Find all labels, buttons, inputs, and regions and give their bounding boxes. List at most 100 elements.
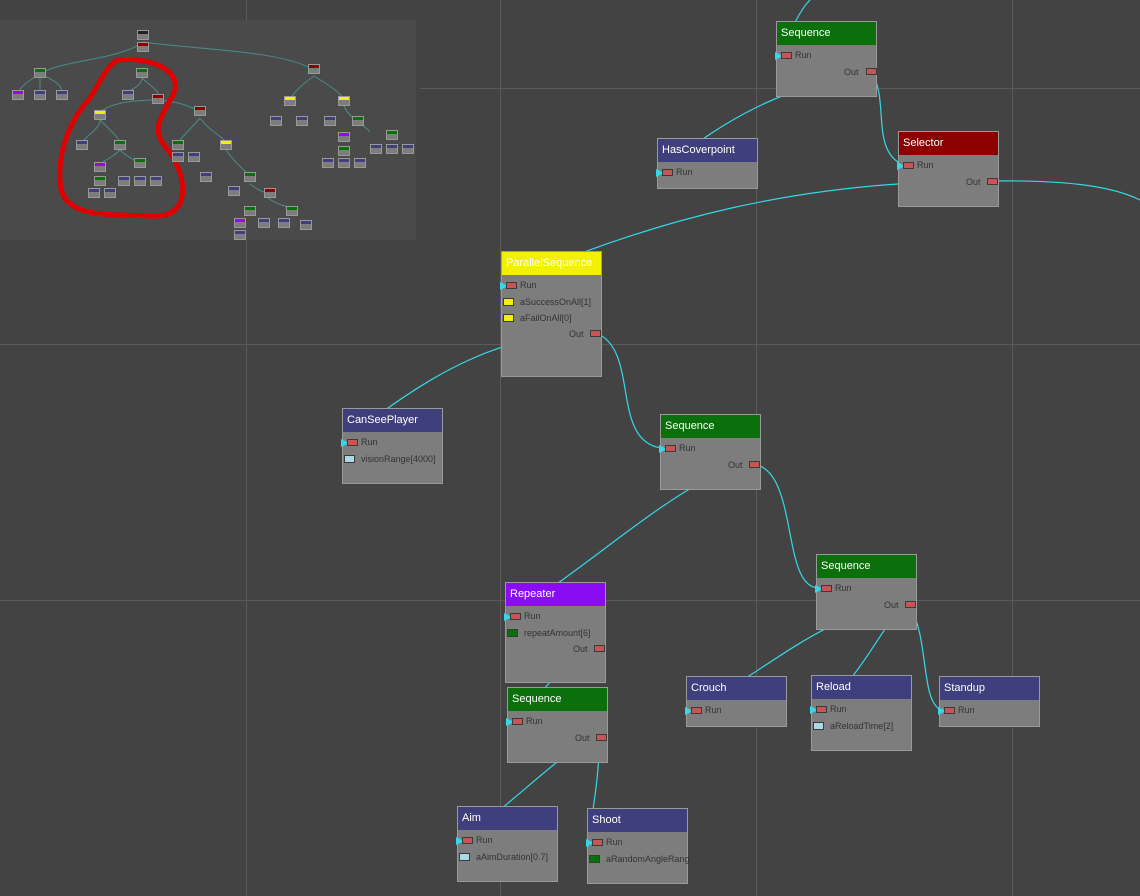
run-label: Run	[679, 443, 696, 453]
param-swatch[interactable]	[589, 855, 600, 863]
run-pin[interactable]	[781, 52, 792, 59]
minimap-node	[402, 144, 414, 154]
minimap-node	[284, 96, 296, 106]
minimap-node	[308, 64, 320, 74]
run-label: Run	[795, 50, 812, 60]
node-title: Shoot	[588, 809, 687, 832]
run-label: Run	[526, 716, 543, 726]
node-title: Sequence	[777, 22, 876, 45]
run-label: Run	[676, 167, 693, 177]
run-pin[interactable]	[506, 282, 517, 289]
run-pin[interactable]	[662, 169, 673, 176]
out-label: Out	[573, 644, 588, 654]
minimap-node	[234, 230, 246, 240]
node-sequence[interactable]: Sequence Run Out	[506, 687, 608, 763]
minimap-node	[354, 158, 366, 168]
minimap-node	[12, 90, 24, 100]
minimap-node	[386, 144, 398, 154]
node-sequence[interactable]: Sequence Run Out	[659, 414, 761, 490]
run-pin[interactable]	[347, 439, 358, 446]
minimap-node	[270, 116, 282, 126]
minimap-node	[172, 140, 184, 150]
node-sequence[interactable]: Sequence Run Out	[775, 21, 877, 97]
param-swatch[interactable]	[813, 722, 824, 730]
param-label: repeatAmount[6]	[524, 628, 591, 638]
out-pin[interactable]	[596, 734, 607, 741]
out-label: Out	[966, 177, 981, 187]
out-pin[interactable]	[590, 330, 601, 337]
out-pin[interactable]	[866, 68, 877, 75]
node-sequence[interactable]: Sequence Run Out	[815, 554, 917, 630]
run-pin[interactable]	[944, 707, 955, 714]
node-title: Aim	[458, 807, 557, 830]
node-title: Repeater	[506, 583, 605, 606]
minimap[interactable]	[0, 20, 416, 240]
out-pin[interactable]	[749, 461, 760, 468]
out-label: Out	[844, 67, 859, 77]
minimap-node	[286, 206, 298, 216]
minimap-node	[104, 188, 116, 198]
grid-line	[1012, 0, 1013, 896]
minimap-node	[94, 110, 106, 120]
minimap-links	[17, 41, 371, 219]
minimap-node	[188, 152, 200, 162]
param-swatch[interactable]	[507, 629, 518, 637]
minimap-node	[137, 30, 149, 40]
run-label: Run	[524, 611, 541, 621]
minimap-node	[76, 140, 88, 150]
node-standup[interactable]: Standup Run	[938, 676, 1040, 727]
node-reload[interactable]: Reload Run aReloadTime[2]	[810, 675, 912, 751]
out-pin[interactable]	[594, 645, 605, 652]
highlight-circle	[57, 56, 186, 219]
param-swatch[interactable]	[503, 314, 514, 322]
run-label: Run	[361, 437, 378, 447]
minimap-node	[152, 94, 164, 104]
node-selector[interactable]: Selector Run Out	[897, 131, 999, 207]
param-swatch[interactable]	[344, 455, 355, 463]
node-parallel-sequence[interactable]: ParallelSequence Run aSuccessOnAll[1] aF…	[500, 251, 602, 377]
minimap-node	[220, 140, 232, 150]
run-pin[interactable]	[691, 707, 702, 714]
graph-canvas[interactable]: Sequence Run Out HasCoverpoint Run Selec…	[0, 0, 1140, 896]
run-label: Run	[917, 160, 934, 170]
out-pin[interactable]	[905, 601, 916, 608]
node-title: Selector	[899, 132, 998, 155]
run-label: Run	[958, 705, 975, 715]
node-title: Reload	[812, 676, 911, 699]
run-label: Run	[606, 837, 623, 847]
run-pin[interactable]	[821, 585, 832, 592]
minimap-node	[338, 96, 350, 106]
run-pin[interactable]	[665, 445, 676, 452]
run-pin[interactable]	[592, 839, 603, 846]
node-shoot[interactable]: Shoot Run aRandomAngleRang	[586, 808, 690, 884]
minimap-node	[137, 42, 149, 52]
param-label: aRandomAngleRang	[606, 854, 690, 864]
node-repeater[interactable]: Repeater Run repeatAmount[6] Out	[504, 582, 606, 683]
run-pin[interactable]	[903, 162, 914, 169]
minimap-node	[322, 158, 334, 168]
run-pin[interactable]	[512, 718, 523, 725]
minimap-node	[94, 162, 106, 172]
param-label: aFailOnAll[0]	[520, 313, 572, 323]
out-pin[interactable]	[987, 178, 998, 185]
out-label: Out	[569, 329, 584, 339]
param-swatch[interactable]	[503, 298, 514, 306]
minimap-node	[278, 218, 290, 228]
run-pin[interactable]	[816, 706, 827, 713]
param-label: visionRange[4000]	[361, 454, 436, 464]
param-swatch[interactable]	[459, 853, 470, 861]
run-pin[interactable]	[510, 613, 521, 620]
out-label: Out	[575, 733, 590, 743]
run-pin[interactable]	[462, 837, 473, 844]
node-aim[interactable]: Aim Run aAimDuration[0.7]	[456, 806, 558, 882]
node-title: ParallelSequence	[502, 252, 601, 275]
node-crouch[interactable]: Crouch Run	[685, 676, 787, 727]
node-can-see-player[interactable]: CanSeePlayer Run visionRange[4000]	[341, 408, 443, 484]
minimap-node	[352, 116, 364, 126]
minimap-node	[150, 176, 162, 186]
node-has-coverpoint[interactable]: HasCoverpoint Run	[656, 138, 758, 189]
node-title: Crouch	[687, 677, 786, 700]
out-label: Out	[884, 600, 899, 610]
grid-line	[500, 0, 501, 896]
node-title: Sequence	[508, 688, 607, 711]
